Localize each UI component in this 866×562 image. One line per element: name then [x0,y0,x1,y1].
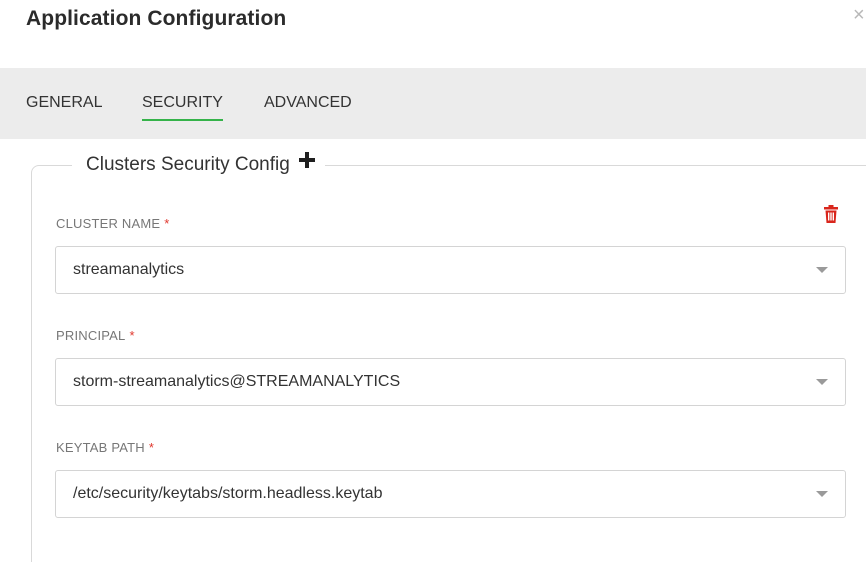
chevron-down-icon[interactable] [816,491,828,497]
plus-icon[interactable] [299,149,316,177]
application-configuration-dialog: Application Configuration × GENERAL SECU… [0,0,866,562]
required-marker: * [164,216,170,231]
chevron-down-icon[interactable] [816,379,828,385]
principal-label: PRINCIPAL * [56,328,135,343]
principal-label-text: PRINCIPAL [56,328,126,343]
fieldset-legend: Clusters Security Config [72,149,326,179]
tabs-bar: GENERAL SECURITY ADVANCED [0,68,866,139]
principal-select[interactable]: storm-streamanalytics@STREAMANALYTICS [55,358,846,406]
close-icon[interactable]: × [853,5,865,25]
cluster-name-label-text: CLUSTER NAME [56,216,161,231]
keytab-path-label: KEYTAB PATH * [56,440,154,455]
keytab-path-value: /etc/security/keytabs/storm.headless.key… [73,485,383,502]
tab-advanced[interactable]: ADVANCED [264,93,352,119]
dialog-title: Application Configuration [26,7,287,30]
trash-icon[interactable] [824,205,838,223]
cluster-name-value: streamanalytics [73,261,185,278]
tab-security[interactable]: SECURITY [142,93,223,121]
keytab-path-label-text: KEYTAB PATH [56,440,145,455]
cluster-name-select[interactable]: streamanalytics [55,246,846,294]
principal-value: storm-streamanalytics@STREAMANALYTICS [73,373,401,390]
chevron-down-icon[interactable] [816,267,828,273]
cluster-name-label: CLUSTER NAME * [56,216,170,231]
required-marker: * [129,328,135,343]
dialog-header: Application Configuration × [0,0,866,46]
required-marker: * [148,440,155,455]
section-title: Clusters Security Config [86,154,290,175]
tab-general[interactable]: GENERAL [26,93,102,119]
keytab-path-select[interactable]: /etc/security/keytabs/storm.headless.key… [55,470,846,518]
